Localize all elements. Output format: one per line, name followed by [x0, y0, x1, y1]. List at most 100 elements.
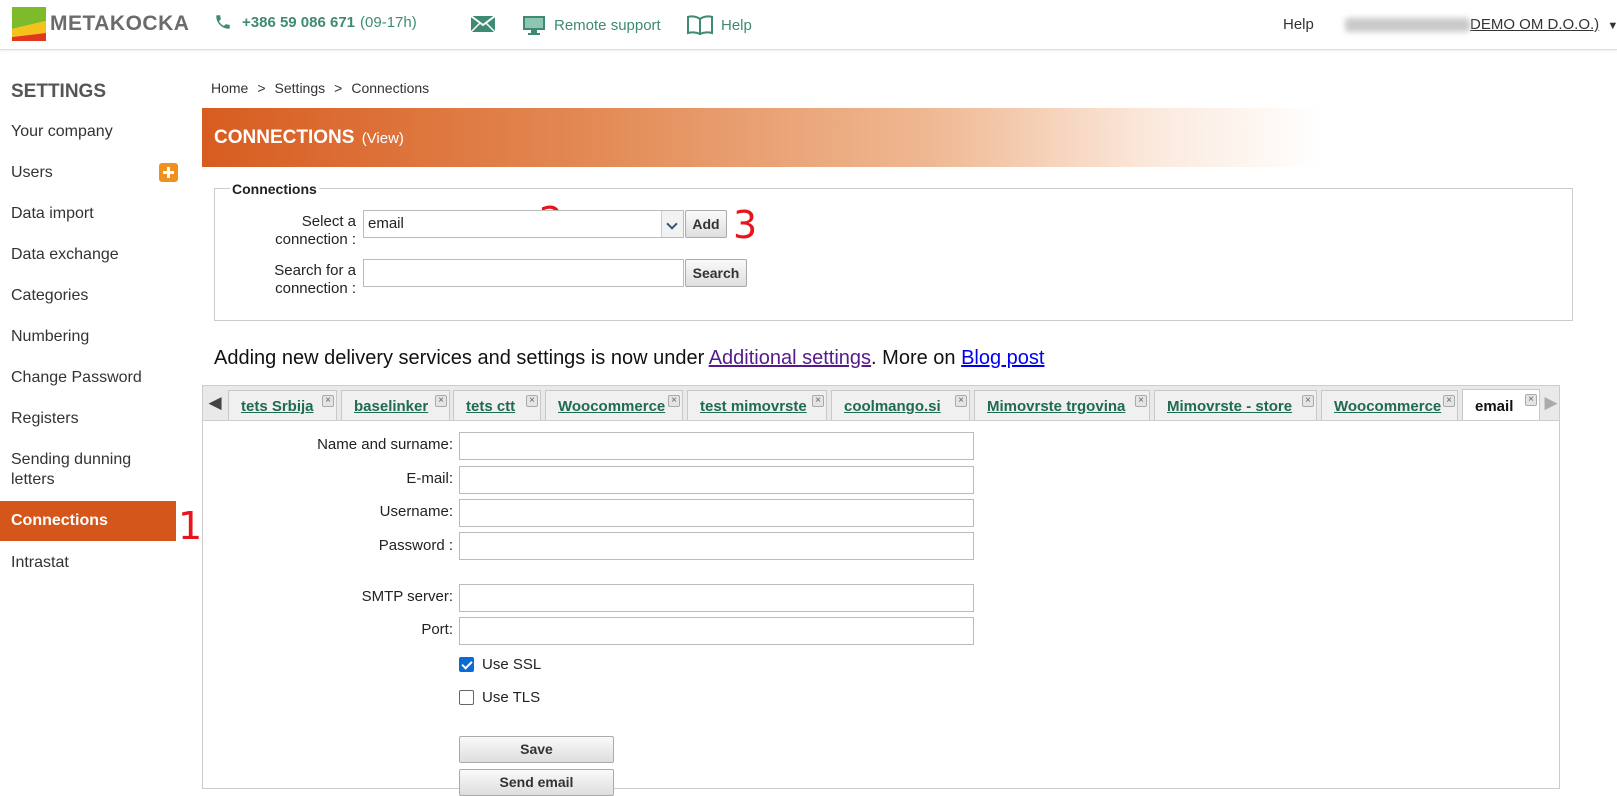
email-label: E-mail: — [406, 470, 453, 487]
tabs-scroll-right[interactable]: ▶ — [1539, 386, 1563, 420]
tab-label: Mimovrste - store — [1167, 398, 1293, 415]
phone-contact[interactable]: +386 59 086 671 (09-17h) — [214, 13, 417, 31]
save-button[interactable]: Save — [459, 736, 614, 763]
notice-middle: . More on — [871, 347, 962, 369]
close-icon[interactable]: × — [955, 395, 967, 407]
sidebar-item-intrastat[interactable]: Intrastat — [0, 553, 176, 573]
tab-woocommerce[interactable]: Woocommerce × — [545, 390, 683, 420]
remote-support-link[interactable]: Remote support — [522, 15, 661, 35]
port-input[interactable] — [459, 617, 974, 645]
close-icon[interactable]: × — [322, 395, 334, 407]
close-icon[interactable]: × — [1443, 395, 1455, 407]
smtp-server-input[interactable] — [459, 584, 974, 612]
logo[interactable]: METAKOCKA — [12, 7, 189, 41]
tab-label: tets Srbija — [241, 398, 314, 415]
sidebar-item-categories[interactable]: Categories — [0, 286, 176, 306]
notice-text: Adding new delivery services and setting… — [214, 347, 1044, 370]
sidebar-item-change-password[interactable]: Change Password — [0, 368, 176, 388]
additional-settings-link[interactable]: Additional settings — [709, 347, 871, 369]
sidebar-item-users[interactable]: Users — [0, 163, 176, 183]
sidebar-title: SETTINGS — [11, 81, 107, 102]
help-label: Help — [721, 16, 752, 34]
company-name: DEMO OM D.O.O.) — [1470, 16, 1600, 33]
tab-label: coolmango.si — [844, 398, 941, 415]
help-link[interactable]: Help — [687, 15, 752, 35]
notice-prefix: Adding new delivery services and setting… — [214, 347, 709, 369]
sidebar-item-data-exchange[interactable]: Data exchange — [0, 245, 176, 265]
add-user-icon[interactable] — [159, 163, 178, 182]
breadcrumb: Home > Settings > Connections — [211, 80, 429, 96]
smtp-label: SMTP server: — [361, 588, 453, 605]
username-input[interactable] — [459, 499, 974, 527]
mail-button[interactable] — [470, 15, 496, 33]
use-ssl-checkbox[interactable] — [459, 657, 474, 672]
breadcrumb-separator: > — [257, 80, 266, 96]
logo-text: METAKOCKA — [50, 12, 190, 35]
tab-email[interactable]: email × — [1462, 389, 1540, 421]
name-input[interactable] — [459, 432, 974, 460]
sidebar-item-numbering[interactable]: Numbering — [0, 327, 176, 347]
password-label: Password : — [378, 537, 453, 554]
breadcrumb-current: Connections — [351, 80, 430, 96]
password-input[interactable] — [459, 532, 974, 560]
connection-select[interactable]: email — [363, 210, 684, 238]
user-menu[interactable]: DEMO OM D.O.O.) ▼ — [1345, 16, 1617, 33]
sidebar-item-connections[interactable]: Connections — [0, 501, 176, 541]
remote-support-label: Remote support — [554, 16, 661, 34]
tab-mimovrste-store[interactable]: Mimovrste - store × — [1154, 390, 1317, 420]
sidebar-item-sending-dunning-letters[interactable]: Sending dunning letters — [0, 450, 150, 490]
tab-baselinker[interactable]: baselinker × — [341, 390, 450, 420]
close-icon[interactable]: × — [1302, 395, 1314, 407]
search-connection-label: Search for a connection : — [274, 262, 356, 297]
phone-number: +386 59 086 671 — [242, 13, 356, 31]
tab-mimovrste-trgovina[interactable]: Mimovrste trgovina × — [974, 390, 1150, 420]
email-field[interactable] — [459, 466, 974, 494]
send-email-button[interactable]: Send email — [459, 769, 614, 796]
close-icon[interactable]: × — [812, 395, 824, 407]
username-label: Username: — [379, 503, 453, 520]
chevron-down-icon[interactable] — [661, 211, 683, 237]
close-icon[interactable]: × — [435, 395, 447, 407]
close-icon[interactable]: × — [668, 395, 680, 407]
sidebar: SETTINGS Your company Users Data import … — [0, 50, 200, 789]
select-connection-label: Select a connection : — [275, 213, 356, 248]
sidebar-item-registers[interactable]: Registers — [0, 409, 176, 429]
tab-test-mimovrste[interactable]: test mimovrste × — [687, 390, 827, 420]
help-top-right[interactable]: Help — [1283, 16, 1314, 33]
blog-post-link[interactable]: Blog post — [961, 347, 1044, 369]
annotation-1: 1 — [178, 504, 203, 548]
page-header: CONNECTIONS (View) — [202, 108, 1322, 167]
name-label: Name and surname: — [317, 436, 453, 453]
search-button[interactable]: Search — [685, 259, 747, 287]
breadcrumb-home[interactable]: Home — [211, 80, 248, 96]
close-icon[interactable]: × — [1135, 395, 1147, 407]
close-icon[interactable]: × — [526, 395, 538, 407]
breadcrumb-settings[interactable]: Settings — [275, 80, 326, 96]
logo-icon — [12, 7, 46, 41]
tab-woocommerce-2[interactable]: Woocommerce × — [1321, 390, 1458, 420]
port-label: Port: — [421, 621, 453, 638]
sidebar-item-your-company[interactable]: Your company — [0, 122, 176, 142]
use-tls-checkbox[interactable] — [459, 690, 474, 705]
add-connection-button[interactable]: Add — [685, 210, 727, 238]
connection-tabs: ◀ tets Srbija × baselinker × tets ctt × … — [202, 385, 1560, 421]
connections-legend: Connections — [230, 181, 319, 197]
search-connection-input[interactable] — [363, 259, 684, 287]
tab-label: baselinker — [354, 398, 429, 415]
sidebar-item-data-import[interactable]: Data import — [0, 204, 176, 224]
tab-coolmango[interactable]: coolmango.si × — [831, 390, 970, 420]
arrow-right-icon: ▶ — [1544, 393, 1558, 412]
tabs-scroll-left[interactable]: ◀ — [203, 386, 227, 420]
tab-tets-ctt[interactable]: tets ctt × — [453, 390, 541, 420]
tab-label: Woocommerce — [558, 398, 666, 415]
phone-icon — [216, 15, 230, 29]
page-title-sub: (View) — [361, 130, 404, 147]
monitor-icon — [523, 16, 545, 35]
connection-select-value: email — [368, 215, 404, 232]
tab-tets-srbija[interactable]: tets Srbija × — [228, 390, 337, 420]
breadcrumb-separator: > — [334, 80, 343, 96]
close-icon[interactable]: × — [1525, 394, 1537, 406]
use-ssl-label: Use SSL — [482, 656, 542, 673]
tab-label: tets ctt — [466, 398, 516, 415]
user-name-redacted — [1345, 18, 1470, 33]
